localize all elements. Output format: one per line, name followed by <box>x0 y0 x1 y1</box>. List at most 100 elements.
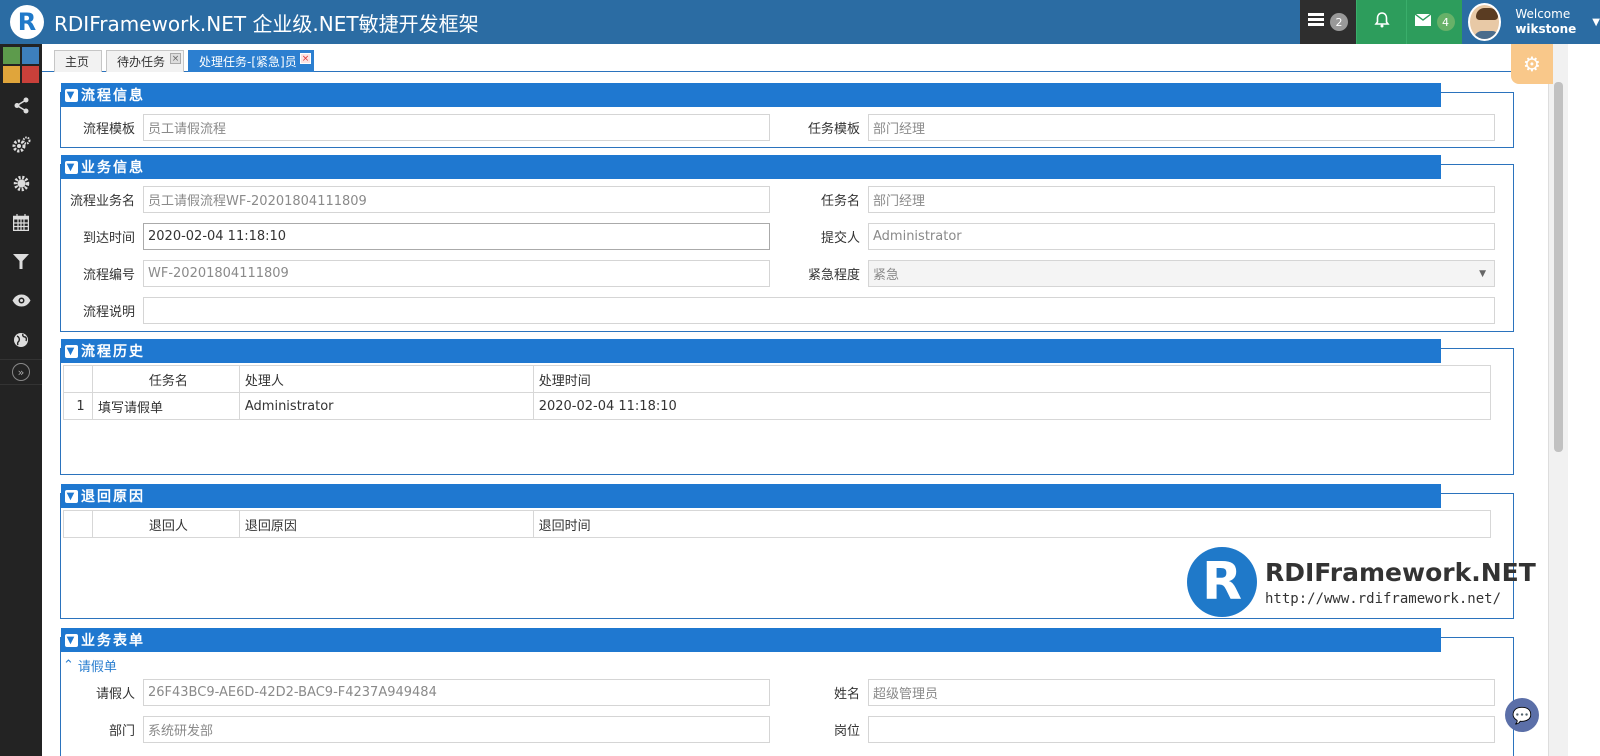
flow-template-row: 流程模板 员工请假流程 <box>63 114 770 141</box>
settings-gear-button[interactable]: ⚙ <box>1511 44 1553 84</box>
dept-field[interactable]: 系统研发部 <box>143 716 770 743</box>
submitter-field[interactable]: Administrator <box>868 223 1495 250</box>
caret-down-icon[interactable]: ▼ <box>65 489 78 503</box>
sidebar-filter[interactable] <box>0 242 42 281</box>
caret-down-icon[interactable]: ▼ <box>65 633 78 647</box>
vertical-scrollbar[interactable] <box>1548 44 1568 756</box>
caret-down-icon: ▼ <box>1592 16 1600 28</box>
flow-info-header[interactable]: ▼ 流程信息 <box>61 83 1441 107</box>
name-row: 姓名 超级管理员 <box>788 679 1495 706</box>
tab-label: 处理任务-[紧急]员 <box>199 55 297 69</box>
app-tiles-icon[interactable] <box>0 44 42 86</box>
name-field[interactable]: 超级管理员 <box>868 679 1495 706</box>
sidebar-globe[interactable] <box>0 320 42 359</box>
chat-button[interactable]: 💬 <box>1505 698 1539 732</box>
panel-title: 流程信息 <box>81 88 145 104</box>
tile-red <box>22 66 39 83</box>
leave-form-subheader[interactable]: ⌃ 请假单 <box>63 656 117 675</box>
sidebar: » <box>0 44 42 756</box>
sidebar-view[interactable] <box>0 281 42 320</box>
close-icon[interactable]: × <box>300 53 311 64</box>
caret-down-icon: ▼ <box>1479 268 1486 279</box>
post-field[interactable] <box>868 716 1495 743</box>
user-menu[interactable]: Welcome wikstone ▼ <box>1462 0 1600 44</box>
sidebar-modules[interactable] <box>0 164 42 203</box>
flow-template-field[interactable]: 员工请假流程 <box>143 114 770 141</box>
field-label: 部门 <box>108 724 135 739</box>
column-header[interactable]: 退回时间 <box>532 510 1492 538</box>
tasks-button[interactable]: 2 <box>1300 0 1356 44</box>
applicant-field[interactable]: 26F43BC9-AE6D-42D2-BAC9-F4237A949484 <box>143 679 770 706</box>
submitter-row: 提交人 Administrator <box>788 223 1495 250</box>
business-form-panel: ▼ 业务表单 ⌃ 请假单 请假人 26F43BC9-AE6D-42D2-BAC9… <box>60 628 1514 756</box>
column-header[interactable]: 任务名 <box>91 365 240 393</box>
close-icon[interactable]: × <box>170 53 181 64</box>
flow-desc-field[interactable] <box>143 297 1495 324</box>
flow-desc-row: 流程说明 <box>63 297 1495 324</box>
business-info-header[interactable]: ▼ 业务信息 <box>61 155 1441 179</box>
column-header[interactable]: 处理时间 <box>532 365 1492 393</box>
sidebar-calendar[interactable] <box>0 203 42 242</box>
field-label: 流程模板 <box>82 122 135 137</box>
field-label: 岗位 <box>833 724 860 739</box>
row-number: 1 <box>63 392 93 420</box>
top-bar: R RDIFramework.NET 企业级.NET敏捷开发框架 2 4 Wel… <box>0 0 1600 44</box>
avatar <box>1468 3 1502 41</box>
urgency-select[interactable]: 紧急 ▼ <box>868 260 1495 287</box>
history-header[interactable]: ▼ 流程历史 <box>61 339 1441 363</box>
subheader-title: 请假单 <box>77 660 117 675</box>
tab-label: 主页 <box>65 55 90 69</box>
field-label: 到达时间 <box>82 231 135 246</box>
grid-header-row: 任务名 处理人 处理时间 <box>63 365 1492 393</box>
business-form-header[interactable]: ▼ 业务表单 <box>61 628 1441 652</box>
column-header[interactable]: 退回原因 <box>238 510 534 538</box>
flow-code-row: 流程编号 WF-20201804111809 <box>63 260 770 287</box>
column-header[interactable]: 退回人 <box>91 510 240 538</box>
notifications-button[interactable] <box>1356 0 1406 44</box>
task-template-field[interactable]: 部门经理 <box>868 114 1495 141</box>
app-title: RDIFramework.NET 企业级.NET敏捷开发框架 <box>54 11 479 36</box>
business-info-panel: ▼ 业务信息 流程业务名 员工请假流程WF-20201804111809 任务名… <box>60 155 1514 332</box>
gear-icon: ⚙ <box>1523 52 1541 76</box>
envelope-icon <box>1414 13 1431 30</box>
urgency-value: 紧急 <box>873 268 900 283</box>
biz-name-field[interactable]: 员工请假流程WF-20201804111809 <box>143 186 770 213</box>
post-row: 岗位 <box>788 716 1495 743</box>
welcome-text: Welcome wikstone <box>1515 7 1576 37</box>
scrollbar-thumb[interactable] <box>1554 82 1563 452</box>
share-icon <box>14 97 28 114</box>
cell-time: 2020-02-04 11:18:10 <box>532 392 1492 420</box>
tab-home[interactable]: 主页 <box>54 50 102 72</box>
sidebar-share[interactable] <box>0 86 42 125</box>
tab-process-task[interactable]: 处理任务-[紧急]员 × <box>188 50 314 72</box>
brand-watermark: R RDIFramework.NET http://www.rdiframewo… <box>1187 542 1537 622</box>
tasks-icon <box>1308 13 1324 31</box>
sidebar-settings[interactable] <box>0 125 42 164</box>
column-header[interactable]: 处理人 <box>238 365 534 393</box>
filter-icon <box>13 254 29 269</box>
task-template-row: 任务模板 部门经理 <box>788 114 1495 141</box>
sidebar-collapse-button[interactable]: » <box>0 359 42 385</box>
caret-down-icon[interactable]: ▼ <box>65 160 78 174</box>
tab-bar: 主页 待办任务 × 处理任务-[紧急]员 × <box>42 44 1548 72</box>
right-margin <box>1568 44 1600 756</box>
field-label: 任务模板 <box>807 122 860 137</box>
urgency-row: 紧急程度 紧急 ▼ <box>788 260 1495 287</box>
task-name-field[interactable]: 部门经理 <box>868 186 1495 213</box>
watermark-logo: R <box>1187 547 1257 617</box>
bell-icon <box>1373 12 1390 32</box>
watermark-url: http://www.rdiframework.net/ <box>1265 590 1502 607</box>
caret-down-icon[interactable]: ▼ <box>65 344 78 358</box>
caret-down-icon[interactable]: ▼ <box>65 88 78 102</box>
field-label: 请假人 <box>95 687 135 702</box>
arrive-time-field[interactable]: 2020-02-04 11:18:10 <box>143 223 770 250</box>
cell-handler: Administrator <box>238 392 534 420</box>
flow-code-field[interactable]: WF-20201804111809 <box>143 260 770 287</box>
messages-button[interactable]: 4 <box>1406 0 1462 44</box>
return-reason-header[interactable]: ▼ 退回原因 <box>61 484 1441 508</box>
main-content: ▼ 流程信息 流程模板 员工请假流程 任务模板 部门经理 ▼ 业务信息 流程业务… <box>42 72 1548 756</box>
table-row[interactable]: 1 填写请假单 Administrator 2020-02-04 11:18:1… <box>63 392 1492 420</box>
tab-todo[interactable]: 待办任务 × <box>106 50 184 72</box>
watermark-text: RDIFramework.NET http://www.rdiframework… <box>1265 558 1536 607</box>
app-logo[interactable]: R <box>10 5 44 39</box>
